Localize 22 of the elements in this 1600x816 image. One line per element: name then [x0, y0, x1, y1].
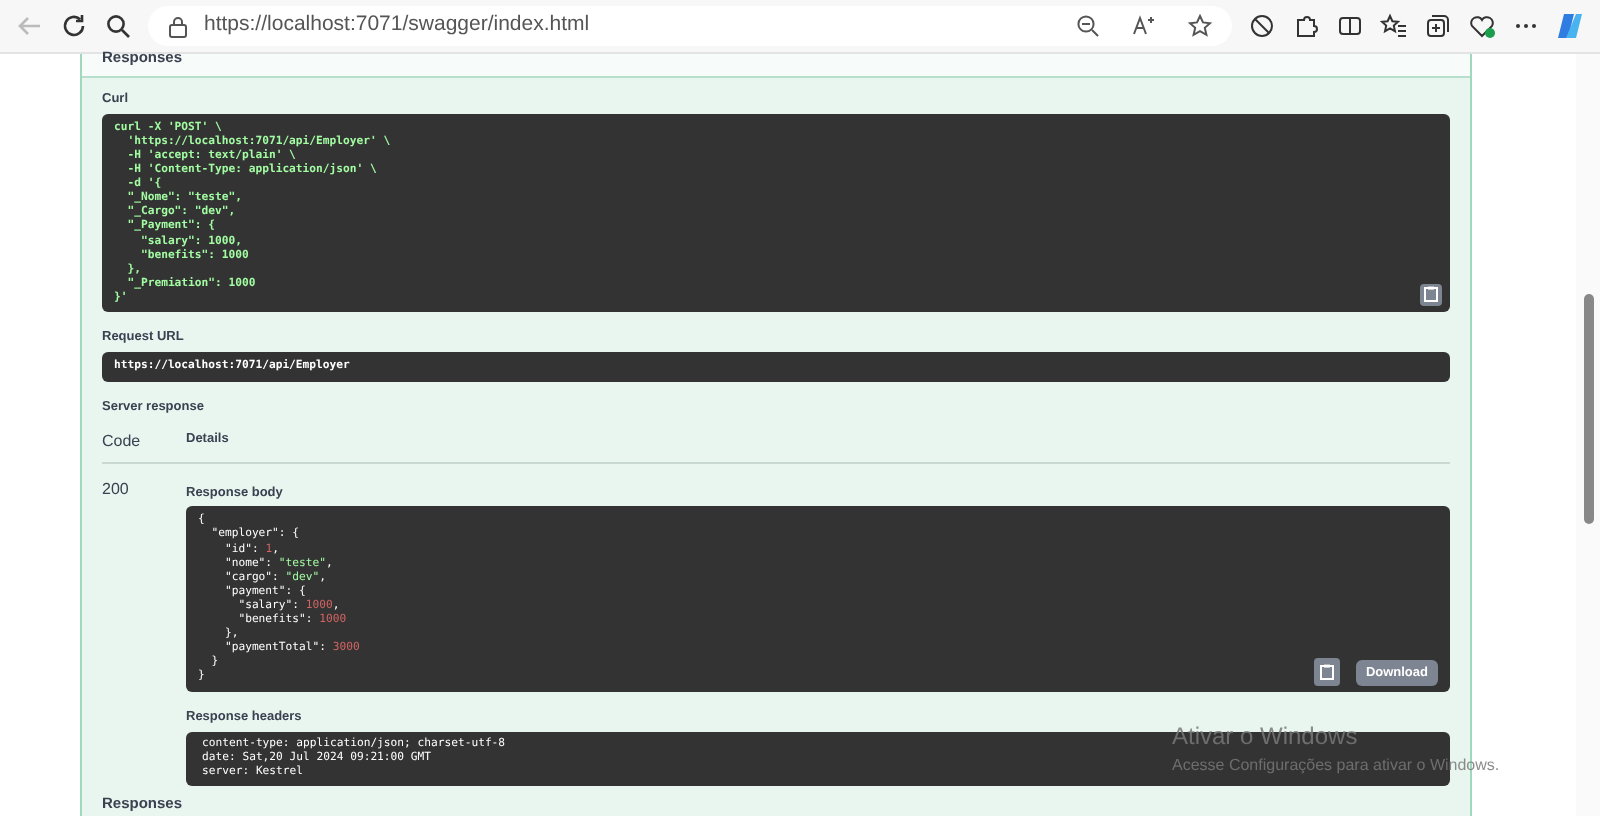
scrollbar[interactable]	[1576, 54, 1600, 816]
heart-icon[interactable]	[1468, 12, 1496, 40]
puzzle-icon[interactable]	[1292, 12, 1320, 40]
collections-icon[interactable]	[1424, 12, 1452, 40]
address-bar[interactable]: https://localhost:7071/swagger/index.html	[148, 6, 1232, 46]
url-text: https://localhost:7071/swagger/index.html	[204, 10, 590, 41]
tracking-icon[interactable]	[1248, 12, 1276, 40]
reload-icon[interactable]	[60, 12, 88, 40]
search-icon[interactable]	[104, 12, 132, 40]
lock-icon	[168, 15, 188, 37]
clipboard-icon	[1319, 664, 1334, 681]
star-icon[interactable]	[1188, 14, 1212, 38]
favorites-icon[interactable]	[1380, 12, 1408, 40]
copy-button[interactable]	[1313, 658, 1340, 687]
copilot-icon[interactable]	[1556, 12, 1584, 40]
split-screen-icon[interactable]	[1336, 12, 1364, 40]
clipboard-icon	[1424, 286, 1438, 303]
column-header: Code	[102, 429, 143, 454]
read-aloud-icon[interactable]	[1132, 14, 1156, 38]
status-code: 200	[102, 479, 129, 498]
zoom-out-icon[interactable]	[1076, 14, 1100, 38]
copy-button[interactable]	[1420, 283, 1442, 306]
